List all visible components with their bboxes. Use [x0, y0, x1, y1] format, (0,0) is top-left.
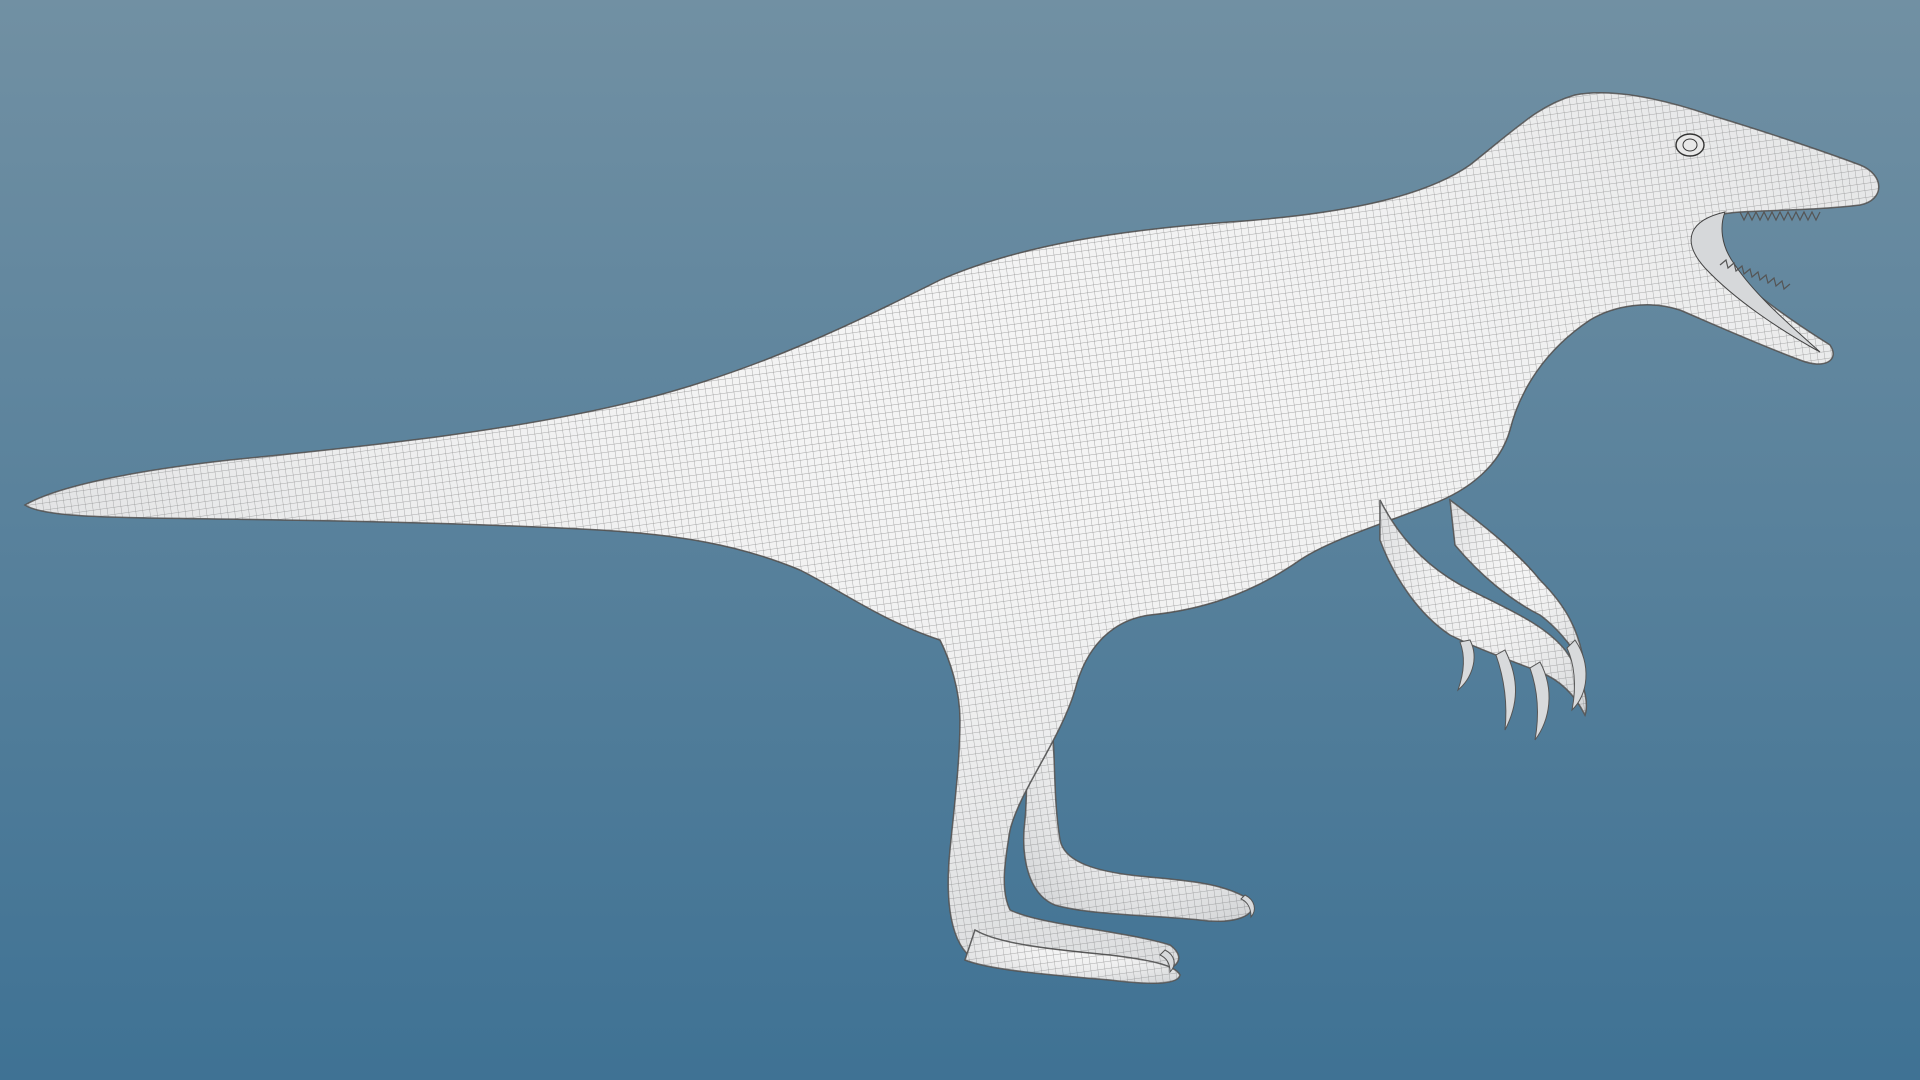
- viewport-canvas[interactable]: [0, 0, 1920, 1080]
- 3d-viewport[interactable]: [0, 0, 1920, 1080]
- eye: [1675, 133, 1705, 157]
